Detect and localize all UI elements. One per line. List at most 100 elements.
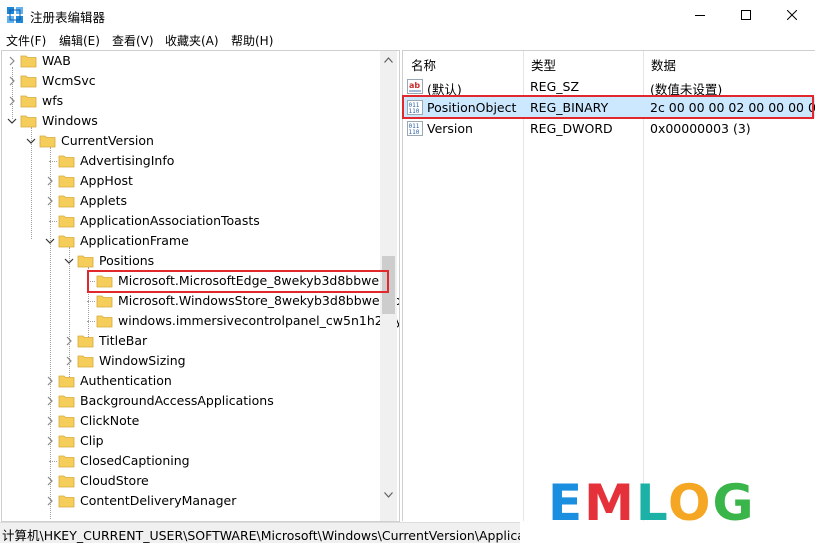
menu-edit[interactable]: 编辑(E) xyxy=(59,32,100,49)
tree-item[interactable]: ClickNote xyxy=(2,411,382,431)
tree-item-label: AdvertisingInfo xyxy=(80,153,175,168)
close-button[interactable] xyxy=(769,0,815,30)
folder-icon xyxy=(96,295,113,308)
tree-item-selected[interactable]: Microsoft.MicrosoftEdge_8wekyb3d8bbwe!M xyxy=(2,271,395,291)
tree-item[interactable]: ApplicationAssociationToasts xyxy=(2,211,382,231)
value-type: REG_BINARY xyxy=(530,100,609,115)
tree-item-label: BackgroundAccessApplications xyxy=(80,393,274,408)
collapse-chevron-icon[interactable] xyxy=(63,255,75,267)
tree-item[interactable]: WcmSvc xyxy=(2,71,382,91)
tree-connector-line xyxy=(49,161,57,162)
tree-item[interactable]: AdvertisingInfo xyxy=(2,151,382,171)
column-header-name[interactable]: 名称 xyxy=(411,55,436,74)
folder-icon xyxy=(58,235,75,248)
value-row[interactable]: 011 110 Version REG_DWORD 0x00000003 (3) xyxy=(403,118,815,139)
expand-chevron-icon[interactable] xyxy=(44,475,56,487)
tree-item-label: Applets xyxy=(80,193,127,208)
folder-icon xyxy=(58,175,75,188)
tree-item[interactable]: CurrentVersion xyxy=(2,131,382,151)
menu-file[interactable]: 文件(F) xyxy=(6,32,46,49)
registry-editor-window: 注册表编辑器 文件(F) 编辑(E) 查看(V) 收藏夹(A) 帮助(H) WA… xyxy=(0,0,815,543)
status-key-path: 计算机\HKEY_CURRENT_USER\SOFTWARE\Microsoft… xyxy=(2,528,520,543)
minimize-icon xyxy=(695,15,705,16)
expand-chevron-icon[interactable] xyxy=(44,395,56,407)
title-bar[interactable]: 注册表编辑器 xyxy=(0,0,815,30)
folder-icon xyxy=(58,435,75,448)
tree-item[interactable]: WindowSizing xyxy=(2,351,382,371)
folder-icon xyxy=(77,255,94,268)
tree-item[interactable]: Positions xyxy=(2,251,382,271)
column-header-type[interactable]: 类型 xyxy=(531,55,556,74)
tree-item[interactable]: TitleBar xyxy=(2,331,382,351)
tree-item-label: ClickNote xyxy=(80,413,140,428)
folder-icon xyxy=(58,415,75,428)
tree-item[interactable]: CloudStore xyxy=(2,471,382,491)
folder-icon xyxy=(58,375,75,388)
tree-item[interactable]: ContentDeliveryManager xyxy=(2,491,382,511)
registry-key-tree[interactable]: WAB WcmSvc wfs Windows CurrentVersion Adverti… xyxy=(1,50,400,522)
window-title: 注册表编辑器 xyxy=(30,10,106,25)
string-value-icon: ab xyxy=(407,79,423,94)
tree-connector-line xyxy=(87,281,95,282)
menu-help[interactable]: 帮助(H) xyxy=(231,32,273,49)
expand-chevron-icon[interactable] xyxy=(44,495,56,507)
folder-icon xyxy=(58,475,75,488)
expand-chevron-icon[interactable] xyxy=(6,75,18,87)
tree-vertical-scrollbar[interactable] xyxy=(380,51,397,521)
scrollbar-thumb[interactable] xyxy=(382,256,395,314)
menu-view[interactable]: 查看(V) xyxy=(112,32,154,49)
value-row[interactable]: ab (默认) REG_SZ (数值未设置) xyxy=(403,76,815,97)
svg-text:ab: ab xyxy=(409,81,420,90)
tree-item[interactable]: BackgroundAccessApplications xyxy=(2,391,382,411)
close-icon xyxy=(787,10,797,20)
value-type: REG_SZ xyxy=(530,79,580,94)
expand-chevron-icon[interactable] xyxy=(44,175,56,187)
scroll-up-button[interactable] xyxy=(380,51,397,68)
minimize-button[interactable] xyxy=(677,0,723,30)
list-header: 名称 类型 数据 xyxy=(403,51,815,73)
folder-icon xyxy=(58,215,75,228)
expand-chevron-icon[interactable] xyxy=(6,55,18,67)
chevron-up-icon xyxy=(384,56,393,63)
folder-icon xyxy=(58,395,75,408)
value-row-selected[interactable]: 011 110 PositionObject REG_BINARY 2c 00 … xyxy=(403,97,815,118)
tree-item[interactable]: Windows xyxy=(2,111,382,131)
collapse-chevron-icon[interactable] xyxy=(25,135,37,147)
tree-item[interactable]: ClosedCaptioning xyxy=(2,451,382,471)
expand-chevron-icon[interactable] xyxy=(63,355,75,367)
expand-chevron-icon[interactable] xyxy=(44,375,56,387)
watermark-letter: O xyxy=(668,478,713,526)
tree-item-label: Microsoft.WindowsStore_8wekyb3d8bbwe!Ap xyxy=(118,293,400,308)
tree-item-label: CloudStore xyxy=(80,473,149,488)
tree-item[interactable]: Applets xyxy=(2,191,382,211)
tree-item[interactable]: Clip xyxy=(2,431,382,451)
tree-item-label: wfs xyxy=(42,93,64,108)
tree-item[interactable]: Authentication xyxy=(2,371,382,391)
folder-icon xyxy=(96,315,113,328)
registry-values-list[interactable]: 名称 类型 数据 ab (默认) REG_SZ (数值未设置) 011 110 … xyxy=(402,50,815,521)
collapse-chevron-icon[interactable] xyxy=(6,115,18,127)
scroll-down-button[interactable] xyxy=(380,486,397,503)
tree-item[interactable]: ApplicationFrame xyxy=(2,231,382,251)
tree-item[interactable]: windows.immersivecontrolpanel_cw5n1h2txy… xyxy=(2,311,399,331)
expand-chevron-icon[interactable] xyxy=(44,415,56,427)
watermark-letter: E xyxy=(548,478,584,526)
tree-item-label: AppHost xyxy=(80,173,133,188)
folder-icon xyxy=(39,135,56,148)
column-header-data[interactable]: 数据 xyxy=(651,55,676,74)
collapse-chevron-icon[interactable] xyxy=(44,235,56,247)
tree-item[interactable]: wfs xyxy=(2,91,382,111)
tree-item[interactable]: WAB xyxy=(2,51,382,71)
value-name: PositionObject xyxy=(427,100,517,115)
expand-chevron-icon[interactable] xyxy=(63,335,75,347)
expand-chevron-icon[interactable] xyxy=(6,95,18,107)
maximize-button[interactable] xyxy=(723,0,769,30)
menu-favorites[interactable]: 收藏夹(A) xyxy=(165,32,219,49)
value-name: Version xyxy=(427,121,473,136)
tree-item[interactable]: AppHost xyxy=(2,171,382,191)
folder-icon xyxy=(20,115,37,128)
tree-item[interactable]: Microsoft.WindowsStore_8wekyb3d8bbwe!Ap xyxy=(2,291,399,311)
tree-connector-line xyxy=(49,221,57,222)
expand-chevron-icon[interactable] xyxy=(44,435,56,447)
expand-chevron-icon[interactable] xyxy=(44,195,56,207)
